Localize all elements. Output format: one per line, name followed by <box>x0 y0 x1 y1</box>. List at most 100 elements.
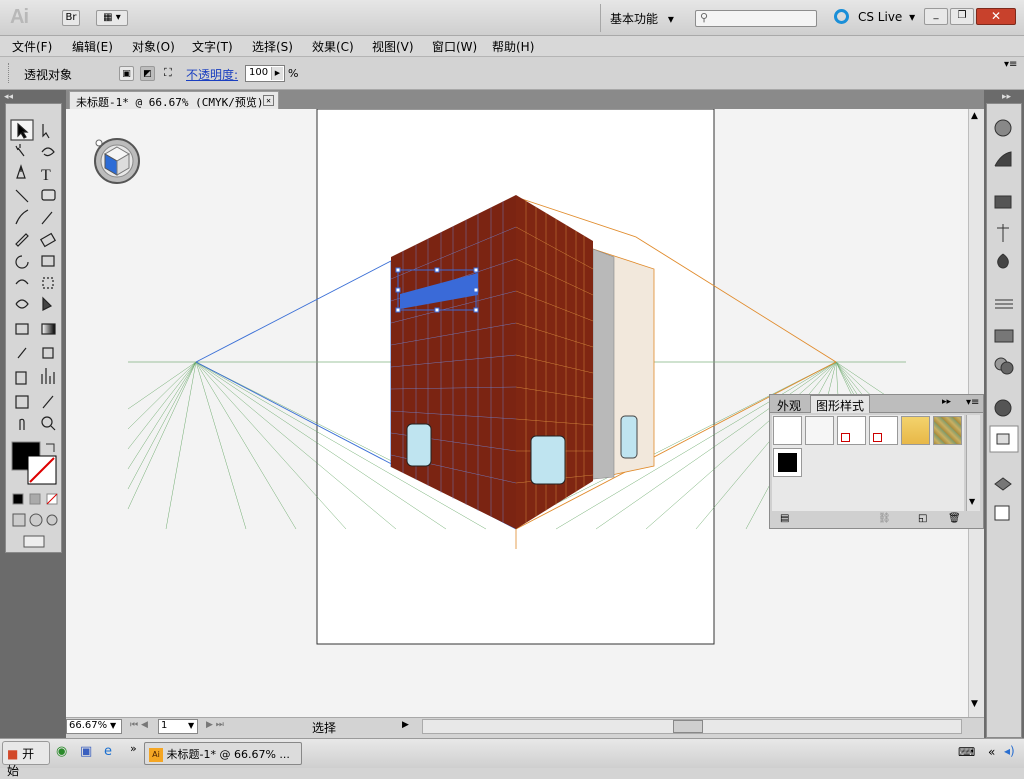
screen-mode-icon <box>23 535 45 548</box>
expand-panels-icon[interactable]: ▸▸ <box>1002 92 1011 102</box>
opacity-stepper-icon[interactable]: ▶ <box>271 67 283 80</box>
menu-select[interactable]: 选择(S) <box>252 38 293 55</box>
status-menu-icon[interactable]: ▶ <box>402 720 409 730</box>
style-offset[interactable] <box>869 416 898 445</box>
draw-inside-icon <box>46 514 58 526</box>
color-mode-icon <box>12 493 24 505</box>
menu-edit[interactable]: 编辑(E) <box>72 38 113 55</box>
window-back[interactable] <box>620 415 638 459</box>
menu-view[interactable]: 视图(V) <box>372 38 414 55</box>
arrange-documents-button[interactable]: ▦ ▾ <box>96 10 128 26</box>
eraser-tool-icon <box>39 232 57 248</box>
horizontal-scrollbar[interactable] <box>422 719 962 734</box>
transform-icon[interactable]: ⛶ <box>164 66 172 80</box>
new-style-icon[interactable]: ◱ <box>918 513 927 524</box>
draw-normal-icon <box>12 513 26 527</box>
type-tool-icon: T <box>41 167 51 184</box>
restore-button[interactable]: ❐ <box>950 8 974 25</box>
panel-scroll-down-icon[interactable]: ▼ <box>969 497 975 506</box>
style-libraries-icon[interactable]: ▤ <box>780 513 789 524</box>
zoom-value: 66.67% <box>69 720 108 731</box>
scale-tool-icon <box>41 255 55 267</box>
perspective-edit-icon[interactable]: ◩ <box>140 66 155 81</box>
style-gold[interactable] <box>901 416 930 445</box>
panel-menu-icon[interactable]: ▾≡ <box>966 397 979 408</box>
chrome-icon[interactable]: ◉ <box>56 744 67 759</box>
rotate-tool-icon <box>15 255 29 269</box>
blob-brush-tool-icon <box>15 233 29 247</box>
symbol-sprayer-tool-icon <box>15 371 27 385</box>
back-wall-side[interactable] <box>592 248 615 480</box>
network-icon[interactable]: ◂) <box>1004 744 1015 758</box>
menu-effect[interactable]: 效果(C) <box>312 38 354 55</box>
menu-file[interactable]: 文件(F) <box>12 38 52 55</box>
artboard-dropdown-icon[interactable]: ▼ <box>188 721 194 730</box>
close-tab-icon[interactable]: ✕ <box>263 95 274 106</box>
style-shadow[interactable] <box>805 416 834 445</box>
horizontal-scroll-thumb[interactable] <box>673 720 703 733</box>
next-artboard-icon[interactable]: ▶ ⏭ <box>206 720 224 730</box>
pencil-tool-icon <box>41 211 53 225</box>
bridge-button[interactable]: Br <box>62 10 80 26</box>
style-texture[interactable] <box>933 416 962 445</box>
collapse-tools-icon[interactable]: ◂◂ <box>4 92 13 102</box>
minimize-icon: _ <box>933 9 939 20</box>
shape-builder-tool-icon <box>15 299 29 309</box>
zoom-dropdown-icon[interactable]: ▼ <box>110 721 116 730</box>
tray-expand-icon[interactable]: « <box>988 745 995 759</box>
opacity-input[interactable]: 100 ▶ <box>245 65 285 82</box>
none-fill-icon <box>873 433 882 442</box>
workspace-switcher[interactable]: 基本功能 ▾ <box>610 10 674 27</box>
tab-appearance[interactable]: 外观 <box>772 396 806 413</box>
panel-icons <box>989 119 1019 521</box>
window-left[interactable] <box>406 423 432 467</box>
window-right[interactable] <box>530 435 566 485</box>
document-tab[interactable]: 未标题-1* @ 66.67% (CMYK/预览) ✕ <box>69 91 279 109</box>
menu-type[interactable]: 文字(T) <box>192 38 233 55</box>
search-icon: ⚲ <box>700 11 709 24</box>
column-graph-tool-icon <box>41 368 55 384</box>
lasso-tool-icon <box>41 147 55 157</box>
tab-graphic-styles[interactable]: 图形样式 <box>810 395 871 413</box>
collapse-panel-icon[interactable]: ▸▸ <box>942 397 951 407</box>
pen-tool-icon <box>16 164 26 179</box>
taskbar-illustrator-item[interactable]: Ai 未标题-1* @ 66.67% ... <box>144 742 302 765</box>
illustrator-logo: Ai <box>10 6 29 28</box>
perspective-plane-icon[interactable]: ▣ <box>119 66 134 81</box>
panel-icon-strip <box>986 103 1022 738</box>
cs-live-menu[interactable]: CS Live ▾ <box>858 10 915 24</box>
style-black-fill[interactable] <box>773 448 802 477</box>
opacity-value: 100 <box>249 67 269 78</box>
direct-selection-tool-icon <box>42 124 50 139</box>
style-rounded[interactable] <box>837 416 866 445</box>
menu-object[interactable]: 对象(O) <box>132 38 175 55</box>
style-default[interactable] <box>773 416 802 445</box>
tools-icons: T <box>10 119 58 548</box>
folder-icon[interactable]: ▣ <box>80 744 92 759</box>
delete-style-icon[interactable]: 🗑 <box>948 513 961 524</box>
start-button[interactable]: ■ 开始 <box>2 741 50 778</box>
plane-switching-widget[interactable] <box>94 138 140 184</box>
minimize-button[interactable]: _ <box>924 8 948 25</box>
line-tool-icon <box>15 189 29 203</box>
scroll-down-icon[interactable]: ▼ <box>971 699 978 709</box>
color-panel-icon <box>994 119 1012 137</box>
keyboard-icon[interactable]: ⌨ <box>958 745 975 759</box>
opacity-label[interactable]: 不透明度: <box>186 66 238 83</box>
first-artboard-icon[interactable]: ⏮ ◀ <box>130 720 148 730</box>
scroll-up-icon[interactable]: ▲ <box>971 111 978 121</box>
control-bar-grip[interactable] <box>8 63 10 83</box>
quick-launch-more-icon[interactable]: » <box>130 742 137 755</box>
panel-scrollbar[interactable]: ▼ <box>966 415 980 511</box>
search-input[interactable]: ⚲ <box>695 10 817 27</box>
gradient-panel-icon <box>994 329 1014 343</box>
perspective-grid-tool-icon <box>42 296 53 311</box>
appearance-panel-icon <box>994 399 1012 417</box>
menu-help[interactable]: 帮助(H) <box>492 38 534 55</box>
close-button[interactable]: ✕ <box>976 8 1016 25</box>
menu-window[interactable]: 窗口(W) <box>432 38 477 55</box>
break-link-icon[interactable]: ⛓ <box>878 513 891 524</box>
control-bar-menu-icon[interactable]: ▾≡ <box>1004 59 1017 70</box>
styles-list <box>772 415 964 511</box>
ie-icon[interactable]: e <box>104 744 112 759</box>
